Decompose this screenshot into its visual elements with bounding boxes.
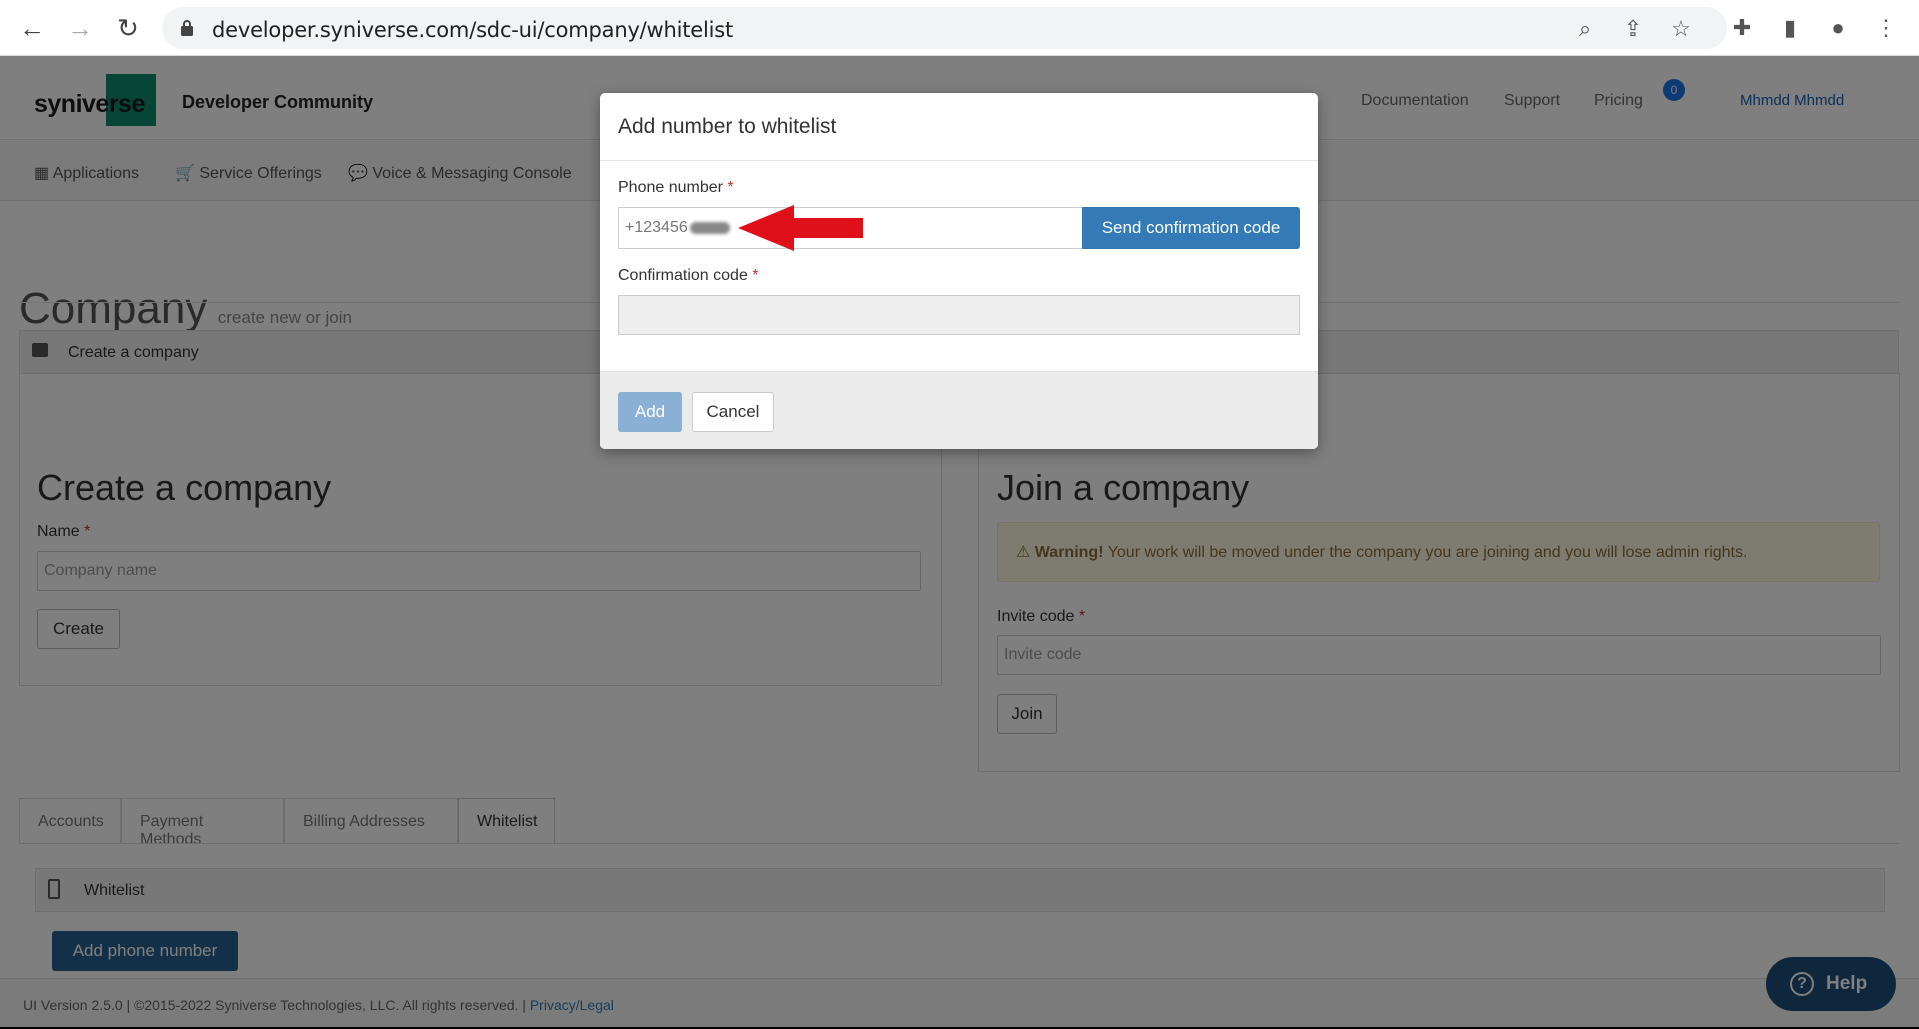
bookmark-star-icon[interactable]: ☆: [1668, 16, 1694, 42]
redacted-digits: [689, 221, 730, 234]
add-whitelist-modal: Add number to whitelist Phone number * +…: [600, 93, 1318, 449]
extensions-icon[interactable]: ✚: [1728, 14, 1756, 42]
cancel-button[interactable]: Cancel: [692, 392, 774, 432]
confirmation-code-label: Confirmation code *: [618, 267, 759, 284]
address-bar[interactable]: developer.syniverse.com/sdc-ui/company/w…: [162, 7, 1727, 49]
reload-icon[interactable]: ↻: [112, 12, 144, 44]
send-confirmation-code-button[interactable]: Send confirmation code: [1082, 207, 1300, 249]
phone-number-label: Phone number *: [618, 179, 734, 196]
lock-icon: [181, 20, 193, 36]
share-icon[interactable]: ⇪: [1620, 16, 1646, 42]
confirmation-code-input[interactable]: [618, 295, 1300, 335]
side-panel-icon[interactable]: ▮: [1776, 14, 1804, 42]
red-arrow-annotation: [738, 205, 863, 251]
url-text: developer.syniverse.com/sdc-ui/company/w…: [212, 18, 734, 42]
add-button[interactable]: Add: [618, 392, 682, 432]
menu-dots-icon[interactable]: ⋮: [1872, 14, 1900, 42]
zoom-icon[interactable]: ⌕: [1572, 16, 1598, 42]
modal-title: Add number to whitelist: [618, 115, 837, 138]
back-icon[interactable]: ←: [16, 12, 48, 44]
forward-icon[interactable]: →: [64, 12, 96, 44]
profile-avatar-icon[interactable]: ●: [1824, 14, 1852, 42]
browser-toolbar: ← → ↻ developer.syniverse.com/sdc-ui/com…: [0, 0, 1919, 56]
